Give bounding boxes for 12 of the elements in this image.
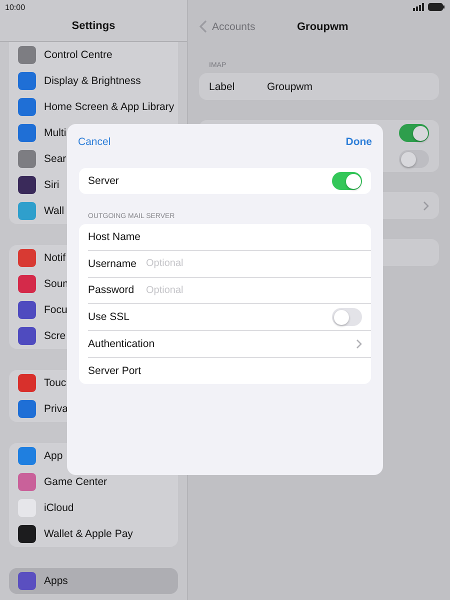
clock: 10:00 xyxy=(5,2,26,12)
row-label: Label xyxy=(209,80,236,92)
row-label: Password xyxy=(88,284,136,296)
sidebar-title: Settings xyxy=(72,20,116,32)
row-label: Username xyxy=(88,258,138,270)
row-label: Server xyxy=(88,175,119,187)
row-label: Host Name xyxy=(88,230,142,243)
row-label: Authentication xyxy=(88,338,155,350)
row-label: Use SSL xyxy=(88,311,130,324)
page-title: Groupwm xyxy=(297,21,348,33)
row-label: Server Port xyxy=(88,364,142,377)
row-value: Groupwm xyxy=(267,80,313,92)
